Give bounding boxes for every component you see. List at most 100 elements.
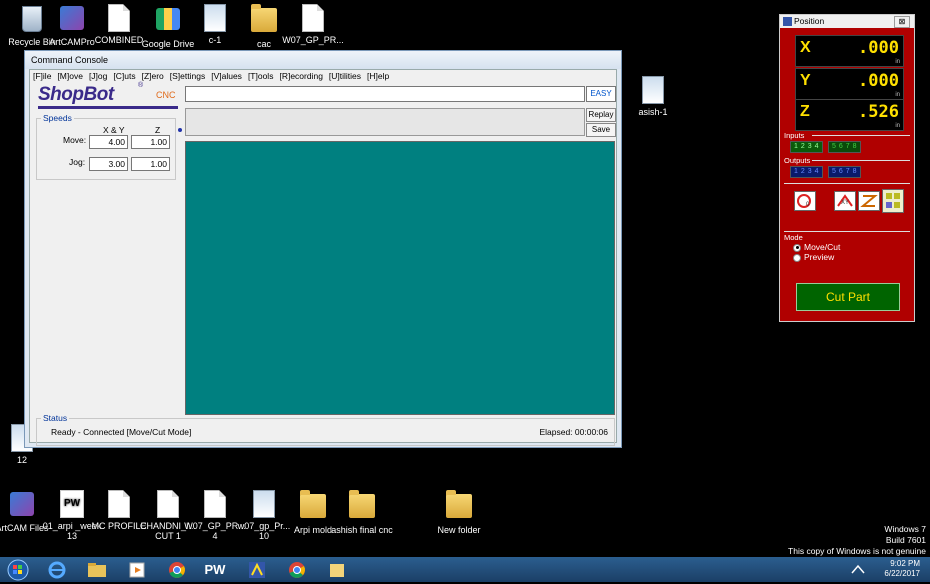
logo-underline bbox=[38, 106, 178, 109]
windows-watermark: Windows 7 Build 7601 This copy of Window… bbox=[788, 524, 926, 557]
z-axis-label: Z bbox=[800, 103, 810, 120]
position-titlebar[interactable]: Position ⊠ bbox=[780, 15, 914, 28]
bin-glyph bbox=[22, 6, 42, 32]
doc-glyph bbox=[157, 490, 179, 518]
jog-xy-field[interactable] bbox=[89, 157, 128, 171]
position-window[interactable]: Position ⊠ X .000 in Y .000 in Z .526 in… bbox=[779, 14, 915, 322]
x-axis-label: X bbox=[800, 39, 811, 56]
speeds-panel: Speeds X & Y Z Move: Jog: bbox=[36, 113, 176, 180]
watermark-line: Windows 7 bbox=[884, 524, 926, 534]
chrome-icon[interactable] bbox=[162, 559, 192, 580]
cut-part-button[interactable]: Cut Part bbox=[796, 283, 900, 311]
status-legend: Status bbox=[41, 413, 70, 423]
indicator-dot bbox=[178, 128, 182, 132]
position-title: Position bbox=[794, 16, 825, 26]
menu-item[interactable]: [V]alues bbox=[211, 71, 242, 81]
zero-z-icon[interactable] bbox=[858, 191, 880, 211]
internet-explorer-icon[interactable] bbox=[42, 559, 72, 580]
clock-date: 6/22/2017 bbox=[884, 569, 920, 578]
doc-icon bbox=[155, 490, 181, 520]
folder-taskbar-icon[interactable] bbox=[322, 559, 352, 580]
x-axis-readout: X .000 in bbox=[795, 35, 904, 67]
mode-radio-preview[interactable]: Preview bbox=[793, 252, 834, 262]
jog-z-field[interactable] bbox=[131, 157, 170, 171]
mode-divider bbox=[784, 231, 910, 232]
desktop-icon-label: asish-1 bbox=[638, 107, 668, 117]
console-menubar: [F]ile [M]ove [J]og [C]uts [Z]ero [S]ettings [… bbox=[30, 70, 616, 83]
close-icon[interactable]: ⊠ bbox=[894, 16, 910, 28]
console-body: [F]ile [M]ove [J]og [C]uts [Z]ero [S]ettings [… bbox=[29, 69, 617, 446]
doc-icon bbox=[202, 490, 228, 520]
menu-item[interactable]: [M]ove bbox=[57, 71, 83, 81]
z-axis-value: .526 bbox=[858, 102, 899, 122]
preview-area[interactable] bbox=[185, 141, 615, 415]
menu-item[interactable]: [R]ecording bbox=[279, 71, 322, 81]
file2-glyph bbox=[204, 4, 226, 32]
desktop-icon-label: New folder bbox=[437, 525, 481, 535]
command-console-window[interactable]: Command Console [F]ile [M]ove [J]og [C]uts[… bbox=[24, 50, 622, 448]
radio-unselected-icon bbox=[793, 253, 801, 262]
zero-xy-icon[interactable]: XY bbox=[834, 191, 856, 211]
easy-button[interactable]: EASY bbox=[586, 86, 616, 102]
folder-glyph bbox=[300, 490, 326, 518]
desktop-icon[interactable]: New folder bbox=[427, 490, 491, 536]
menu-item[interactable]: [H]elp bbox=[367, 71, 389, 81]
logo-registered-mark: ® bbox=[138, 82, 144, 89]
menu-item[interactable]: [J]og bbox=[89, 71, 107, 81]
inputs-label: Inputs bbox=[784, 131, 913, 140]
tray-icon[interactable] bbox=[846, 559, 870, 580]
file-explorer-icon[interactable] bbox=[82, 559, 112, 580]
y-axis-value: .000 bbox=[858, 71, 899, 91]
move-z-field[interactable] bbox=[131, 135, 170, 149]
desktop-icon-label: ashish final cnc bbox=[331, 525, 393, 535]
menu-item[interactable]: [Z]ero bbox=[142, 71, 164, 81]
keypad-icon[interactable] bbox=[882, 189, 904, 213]
doc-icon bbox=[300, 4, 326, 34]
tools-divider bbox=[784, 183, 910, 184]
media-player-icon[interactable] bbox=[122, 559, 152, 580]
speeds-col-z: Z bbox=[155, 125, 161, 135]
chrome-window-icon[interactable] bbox=[282, 559, 312, 580]
speeds-col-xy: X & Y bbox=[103, 125, 125, 135]
menu-item[interactable]: [S]ettings bbox=[170, 71, 205, 81]
menu-item[interactable]: [C]uts bbox=[113, 71, 135, 81]
menu-item[interactable]: [U]tilities bbox=[329, 71, 361, 81]
watermark-line: Build 7601 bbox=[885, 535, 926, 545]
elapsed-time: Elapsed: 00:00:06 bbox=[539, 427, 608, 437]
system-clock[interactable]: 9:02 PM 6/22/2017 bbox=[884, 559, 920, 579]
mode-radio-movecut[interactable]: Move/Cut bbox=[793, 242, 840, 252]
app-glyph bbox=[60, 6, 84, 30]
move-speed-label: Move: bbox=[63, 135, 87, 145]
inputs-led-group-b: 5678 bbox=[828, 141, 861, 153]
file2-glyph bbox=[642, 76, 664, 104]
command-input[interactable] bbox=[185, 86, 585, 102]
mode-option-label: Move/Cut bbox=[804, 242, 841, 252]
menu-item[interactable]: [T]ools bbox=[248, 71, 274, 81]
artcam-taskbar-icon[interactable] bbox=[242, 559, 272, 580]
replay-button[interactable]: Replay bbox=[586, 108, 616, 122]
jog-speed-label: Jog: bbox=[69, 157, 86, 167]
desktop-icon[interactable]: W07_GP_PR... bbox=[281, 4, 345, 46]
desktop-icon[interactable]: ashish final cnc bbox=[330, 490, 394, 536]
desktop-icon-label: 12 bbox=[16, 455, 27, 465]
desktop-icon[interactable]: asish-1 bbox=[621, 76, 685, 118]
logo-text: ShopBot bbox=[38, 84, 114, 105]
doc-glyph bbox=[204, 490, 226, 518]
file2-glyph bbox=[253, 490, 275, 518]
status-text: Ready - Connected [Move/Cut Mode] bbox=[51, 427, 192, 437]
start-button[interactable] bbox=[6, 559, 34, 581]
app-icon bbox=[9, 492, 35, 522]
zero-tool-icon[interactable]: 0 bbox=[794, 191, 816, 211]
console-titlebar[interactable]: Command Console bbox=[25, 51, 621, 69]
folder-glyph bbox=[251, 4, 277, 32]
move-xy-field[interactable] bbox=[89, 135, 128, 149]
doc-icon bbox=[106, 490, 132, 520]
menu-item[interactable]: [F]ile bbox=[33, 71, 51, 81]
logo-suffix: CNC bbox=[156, 90, 176, 100]
doc-glyph bbox=[302, 4, 324, 32]
pw-icon: PW bbox=[59, 490, 85, 520]
pw-taskbar-button[interactable]: PW bbox=[200, 559, 230, 580]
doc-glyph bbox=[108, 4, 130, 32]
save-button[interactable]: Save bbox=[586, 123, 616, 137]
mode-option-label: Preview bbox=[804, 252, 835, 262]
